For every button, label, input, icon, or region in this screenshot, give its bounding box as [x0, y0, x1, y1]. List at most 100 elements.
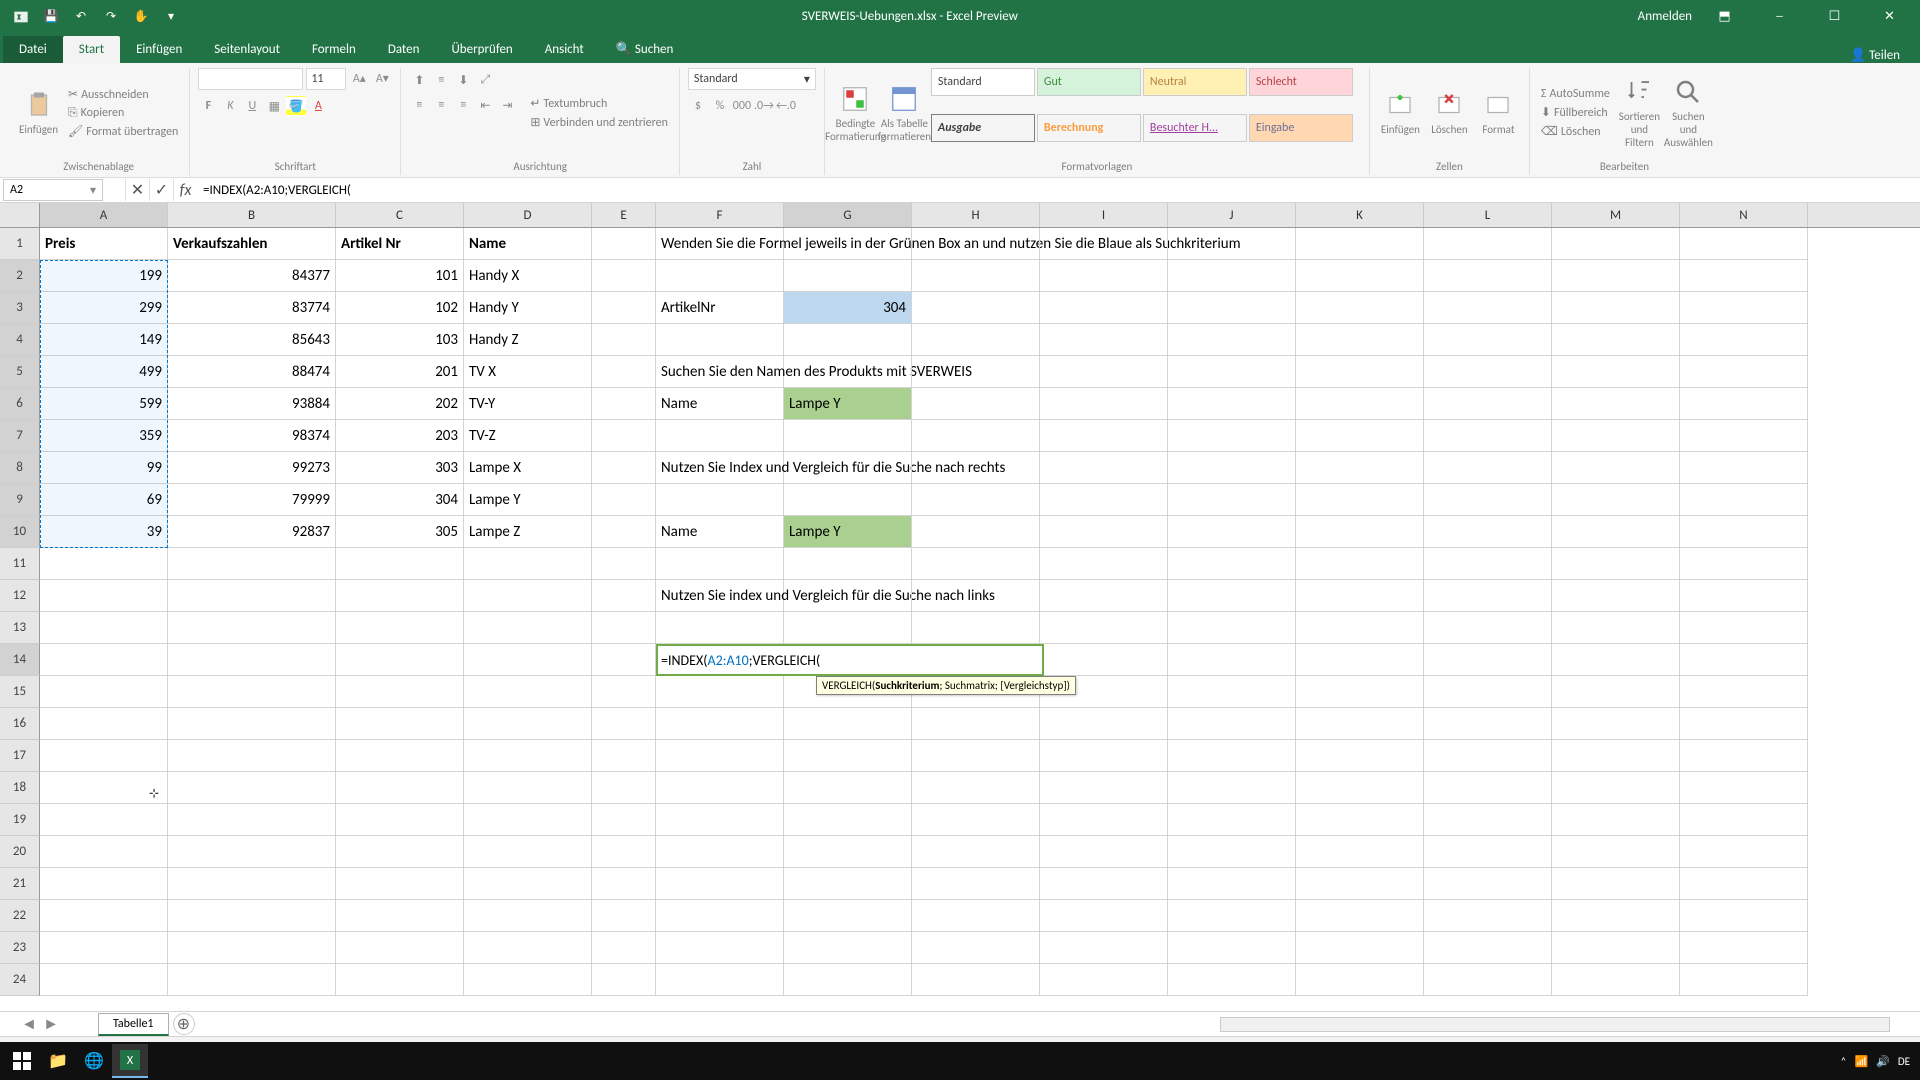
col-header-B[interactable]: B	[168, 203, 336, 227]
cell-M6[interactable]	[1552, 388, 1680, 420]
cell-N12[interactable]	[1680, 580, 1808, 612]
tab-ueberpruefen[interactable]: Überprüfen	[435, 36, 528, 63]
cell-M14[interactable]	[1552, 644, 1680, 676]
cell-A10[interactable]: 39	[40, 516, 168, 548]
font-select[interactable]	[198, 68, 303, 90]
cell-J20[interactable]	[1168, 836, 1296, 868]
cell-K19[interactable]	[1296, 804, 1424, 836]
cell-N23[interactable]	[1680, 932, 1808, 964]
style-berechnung[interactable]: Berechnung	[1037, 114, 1141, 142]
row-header-5[interactable]: 5	[0, 356, 40, 388]
cell-A23[interactable]	[40, 932, 168, 964]
cell-L14[interactable]	[1424, 644, 1552, 676]
cell-J19[interactable]	[1168, 804, 1296, 836]
cell-C11[interactable]	[336, 548, 464, 580]
cell-M7[interactable]	[1552, 420, 1680, 452]
cell-F20[interactable]	[656, 836, 784, 868]
cell-J5[interactable]	[1168, 356, 1296, 388]
row-header-23[interactable]: 23	[0, 932, 40, 964]
border-button[interactable]: ▦	[264, 96, 284, 116]
cell-K12[interactable]	[1296, 580, 1424, 612]
cell-A8[interactable]: 99	[40, 452, 168, 484]
cell-B9[interactable]: 79999	[168, 484, 336, 516]
cell-B4[interactable]: 85643	[168, 324, 336, 356]
col-header-E[interactable]: E	[592, 203, 656, 227]
cell-A19[interactable]	[40, 804, 168, 836]
cell-A5[interactable]: 499	[40, 356, 168, 388]
cell-D21[interactable]	[464, 868, 592, 900]
col-header-H[interactable]: H	[912, 203, 1040, 227]
cell-K7[interactable]	[1296, 420, 1424, 452]
fill-button[interactable]: ⬇ Füllbereich	[1538, 104, 1613, 121]
row-header-6[interactable]: 6	[0, 388, 40, 420]
cell-A13[interactable]	[40, 612, 168, 644]
cell-D8[interactable]: Lampe X	[464, 452, 592, 484]
row-header-9[interactable]: 9	[0, 484, 40, 516]
cell-L4[interactable]	[1424, 324, 1552, 356]
cell-K8[interactable]	[1296, 452, 1424, 484]
font-size[interactable]: 11	[306, 68, 346, 90]
cell-D7[interactable]: TV-Z	[464, 420, 592, 452]
indent-inc-icon[interactable]: ⇥	[497, 95, 517, 115]
insert-cells-button[interactable]: Einfügen	[1378, 68, 1423, 158]
sheet-tab-1[interactable]: Tabelle1	[98, 1013, 169, 1036]
cell-H3[interactable]	[912, 292, 1040, 324]
cell-G3[interactable]: 304	[784, 292, 912, 324]
cell-B24[interactable]	[168, 964, 336, 996]
minimize-icon[interactable]: ─	[1757, 0, 1802, 33]
style-neutral[interactable]: Neutral	[1143, 68, 1247, 96]
cell-J24[interactable]	[1168, 964, 1296, 996]
font-color-button[interactable]: A	[308, 96, 328, 116]
row-header-2[interactable]: 2	[0, 260, 40, 292]
cell-N3[interactable]	[1680, 292, 1808, 324]
cell-G17[interactable]	[784, 740, 912, 772]
cell-E13[interactable]	[592, 612, 656, 644]
cell-B14[interactable]	[168, 644, 336, 676]
cell-H16[interactable]	[912, 708, 1040, 740]
cell-E4[interactable]	[592, 324, 656, 356]
tab-search[interactable]: 🔍 Suchen	[600, 36, 690, 63]
redo-icon[interactable]: ↷	[100, 6, 122, 28]
cell-M15[interactable]	[1552, 676, 1680, 708]
start-button[interactable]	[4, 1044, 40, 1078]
cell-B5[interactable]: 88474	[168, 356, 336, 388]
cell-K1[interactable]	[1296, 228, 1424, 260]
cell-K16[interactable]	[1296, 708, 1424, 740]
cell-C7[interactable]: 203	[336, 420, 464, 452]
cell-M11[interactable]	[1552, 548, 1680, 580]
cell-G19[interactable]	[784, 804, 912, 836]
cell-G10[interactable]: Lampe Y	[784, 516, 912, 548]
autosum-button[interactable]: Σ AutoSumme	[1538, 86, 1613, 102]
cell-M8[interactable]	[1552, 452, 1680, 484]
cell-C4[interactable]: 103	[336, 324, 464, 356]
cell-G8[interactable]	[784, 452, 912, 484]
cell-D16[interactable]	[464, 708, 592, 740]
cell-D6[interactable]: TV-Y	[464, 388, 592, 420]
cell-N5[interactable]	[1680, 356, 1808, 388]
cell-J6[interactable]	[1168, 388, 1296, 420]
align-right-icon[interactable]: ≡	[453, 95, 473, 115]
select-all-corner[interactable]	[0, 203, 40, 227]
cell-F17[interactable]	[656, 740, 784, 772]
cell-B22[interactable]	[168, 900, 336, 932]
cell-I9[interactable]	[1040, 484, 1168, 516]
cell-I14[interactable]	[1040, 644, 1168, 676]
cell-F3[interactable]: ArtikelNr	[656, 292, 784, 324]
cell-C15[interactable]	[336, 676, 464, 708]
maximize-icon[interactable]: ☐	[1812, 0, 1857, 33]
cell-C16[interactable]	[336, 708, 464, 740]
cell-F9[interactable]	[656, 484, 784, 516]
cell-G4[interactable]	[784, 324, 912, 356]
cell-B11[interactable]	[168, 548, 336, 580]
cell-D13[interactable]	[464, 612, 592, 644]
cell-B13[interactable]	[168, 612, 336, 644]
tab-seitenlayout[interactable]: Seitenlayout	[198, 36, 296, 63]
cell-C19[interactable]	[336, 804, 464, 836]
cell-K5[interactable]	[1296, 356, 1424, 388]
cell-A7[interactable]: 359	[40, 420, 168, 452]
cell-A2[interactable]: 199	[40, 260, 168, 292]
tab-ansicht[interactable]: Ansicht	[529, 36, 600, 63]
cell-D10[interactable]: Lampe Z	[464, 516, 592, 548]
cell-G23[interactable]	[784, 932, 912, 964]
row-header-3[interactable]: 3	[0, 292, 40, 324]
